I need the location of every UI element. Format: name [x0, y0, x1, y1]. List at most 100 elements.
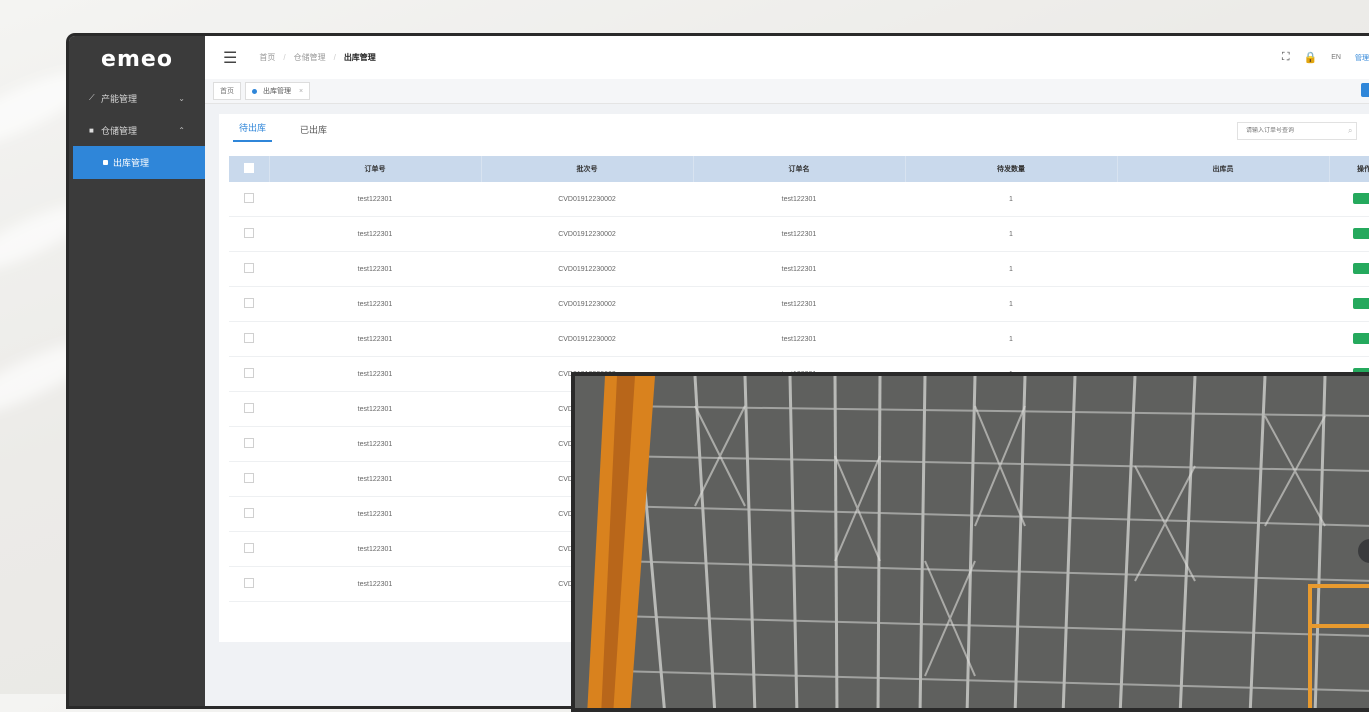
row-select-cell: [229, 461, 269, 497]
table-row[interactable]: test122301CVD01912230002test1223011: [229, 251, 1369, 287]
column-header[interactable]: 出库员: [1117, 156, 1330, 182]
hamburger-menu-icon[interactable]: ☰: [223, 48, 237, 68]
breadcrumb-separator: /: [283, 53, 286, 62]
sidebar-subitem-outbound[interactable]: 出库管理: [73, 146, 205, 179]
user-menu[interactable]: 管理员: [1355, 53, 1369, 63]
row-select-cell: [229, 251, 269, 287]
table-cell-qty: 1: [905, 286, 1117, 322]
table-cell-order-no: test122301: [269, 391, 481, 427]
table-header-row: 订单号 批次号 订单名 待发数量 出库员 操作: [229, 156, 1369, 182]
row-checkbox[interactable]: [244, 438, 254, 448]
table-cell-order-no: test122301: [269, 216, 481, 252]
table-cell-order-name: test122301: [693, 251, 905, 287]
table-row[interactable]: test122301CVD01912230002test1223011: [229, 321, 1369, 357]
table-cell-order-no: test122301: [269, 321, 481, 357]
table-cell-operator: [1117, 182, 1329, 217]
table-cell-batch-no: CVD01912230002: [481, 286, 693, 322]
logo: emeo: [101, 46, 173, 72]
table-cell-batch-no: CVD01912230002: [481, 216, 693, 252]
row-checkbox[interactable]: [244, 403, 254, 413]
select-all-checkbox[interactable]: [243, 163, 254, 173]
outbound-action-button[interactable]: [1353, 192, 1369, 204]
sidebar-item-warehouse[interactable]: ■ 仓储管理 ⌃: [69, 114, 205, 146]
tabs: 待出库 已出库 ⌕: [219, 114, 1369, 142]
row-checkbox[interactable]: [244, 333, 254, 343]
table-cell-order-no: test122301: [269, 426, 481, 462]
action-cell: [1329, 286, 1369, 322]
row-checkbox[interactable]: [244, 368, 254, 378]
column-header[interactable]: 批次号: [481, 156, 694, 182]
tab-shipped[interactable]: 已出库: [294, 123, 333, 142]
table-cell-qty: 1: [905, 251, 1117, 287]
outbound-action-button[interactable]: [1353, 297, 1369, 309]
table-cell-batch-no: CVD01912230002: [481, 321, 693, 357]
tab-pending[interactable]: 待出库: [233, 121, 273, 142]
search-icon[interactable]: ⌕: [1348, 126, 1352, 136]
row-select-cell: [229, 391, 269, 427]
row-select-cell: [229, 566, 269, 602]
row-checkbox[interactable]: [244, 263, 254, 273]
row-checkbox[interactable]: [244, 228, 254, 238]
outbound-action-button[interactable]: [1353, 227, 1369, 239]
row-select-cell: [229, 531, 269, 567]
sidebar-item-capacity[interactable]: ⟋ 产能管理 ⌄: [69, 82, 205, 114]
table-cell-order-no: test122301: [269, 566, 481, 602]
table-cell-operator: [1117, 321, 1329, 357]
row-checkbox[interactable]: [244, 543, 254, 553]
column-header[interactable]: 订单号: [269, 156, 482, 182]
chevron-down-icon: ⌄: [178, 93, 185, 103]
breadcrumb-warehouse[interactable]: 仓储管理: [294, 52, 326, 63]
table-cell-order-no: test122301: [269, 182, 481, 217]
row-checkbox[interactable]: [244, 578, 254, 588]
language-switch[interactable]: EN: [1331, 54, 1341, 61]
warehouse-racking-photo: [571, 372, 1369, 712]
table-cell-qty: 1: [905, 216, 1117, 252]
navbar: ☰ 首页 / 仓储管理 / 出库管理 ⛶ 🔒 EN 管理员: [205, 36, 1369, 79]
row-checkbox[interactable]: [244, 473, 254, 483]
action-cell: [1329, 182, 1369, 217]
tags-action-button[interactable]: [1361, 83, 1369, 97]
chart-line-icon: ⟋: [89, 93, 95, 102]
column-header[interactable]: 订单名: [693, 156, 906, 182]
tag-outbound[interactable]: 出库管理 ×: [245, 82, 311, 100]
table-row[interactable]: test122301CVD01912230002test1223011: [229, 216, 1369, 252]
outbound-action-button[interactable]: [1353, 262, 1369, 274]
close-icon[interactable]: ×: [299, 88, 303, 95]
breadcrumb-separator: /: [333, 53, 336, 62]
table-cell-order-name: test122301: [693, 216, 905, 252]
row-select-cell: [229, 321, 269, 357]
select-all-header: [229, 156, 270, 182]
tag-label: 首页: [220, 88, 234, 95]
table-cell-batch-no: CVD01912230002: [481, 182, 693, 217]
row-checkbox[interactable]: [244, 298, 254, 308]
tag-home[interactable]: 首页: [213, 82, 241, 100]
sidebar-item-label: 产能管理: [101, 93, 138, 104]
column-header[interactable]: 操作: [1329, 156, 1369, 182]
row-select-cell: [229, 356, 269, 392]
table-cell-order-no: test122301: [269, 251, 481, 287]
bullet-icon: [103, 160, 108, 165]
search-input[interactable]: [1244, 127, 1348, 135]
table-cell-order-no: test122301: [269, 286, 481, 322]
table-cell-order-name: test122301: [693, 182, 905, 217]
table-cell-order-name: test122301: [693, 321, 905, 357]
breadcrumb-current: 出库管理: [343, 53, 376, 62]
row-checkbox[interactable]: [244, 508, 254, 518]
row-select-cell: [229, 426, 269, 462]
table-cell-qty: 1: [905, 182, 1117, 217]
table-row[interactable]: test122301CVD01912230002test1223011: [229, 286, 1369, 322]
row-checkbox[interactable]: [244, 193, 254, 203]
breadcrumb-home[interactable]: 首页: [259, 52, 275, 63]
active-dot-icon: [252, 88, 257, 94]
column-header[interactable]: 待发数量: [905, 156, 1118, 182]
action-cell: [1329, 216, 1369, 252]
lock-icon[interactable]: 🔒: [1304, 51, 1318, 64]
table-cell-order-no: test122301: [269, 531, 481, 567]
tags-bar: 首页 出库管理 ×: [205, 79, 1369, 104]
sidebar-subitem-label: 出库管理: [113, 158, 150, 168]
outbound-action-button[interactable]: [1353, 332, 1369, 344]
table-row[interactable]: test122301CVD01912230002test1223011: [229, 182, 1369, 217]
table-cell-operator: [1117, 216, 1329, 252]
fullscreen-icon[interactable]: ⛶: [1282, 51, 1290, 64]
tag-label: 出库管理: [263, 88, 291, 95]
